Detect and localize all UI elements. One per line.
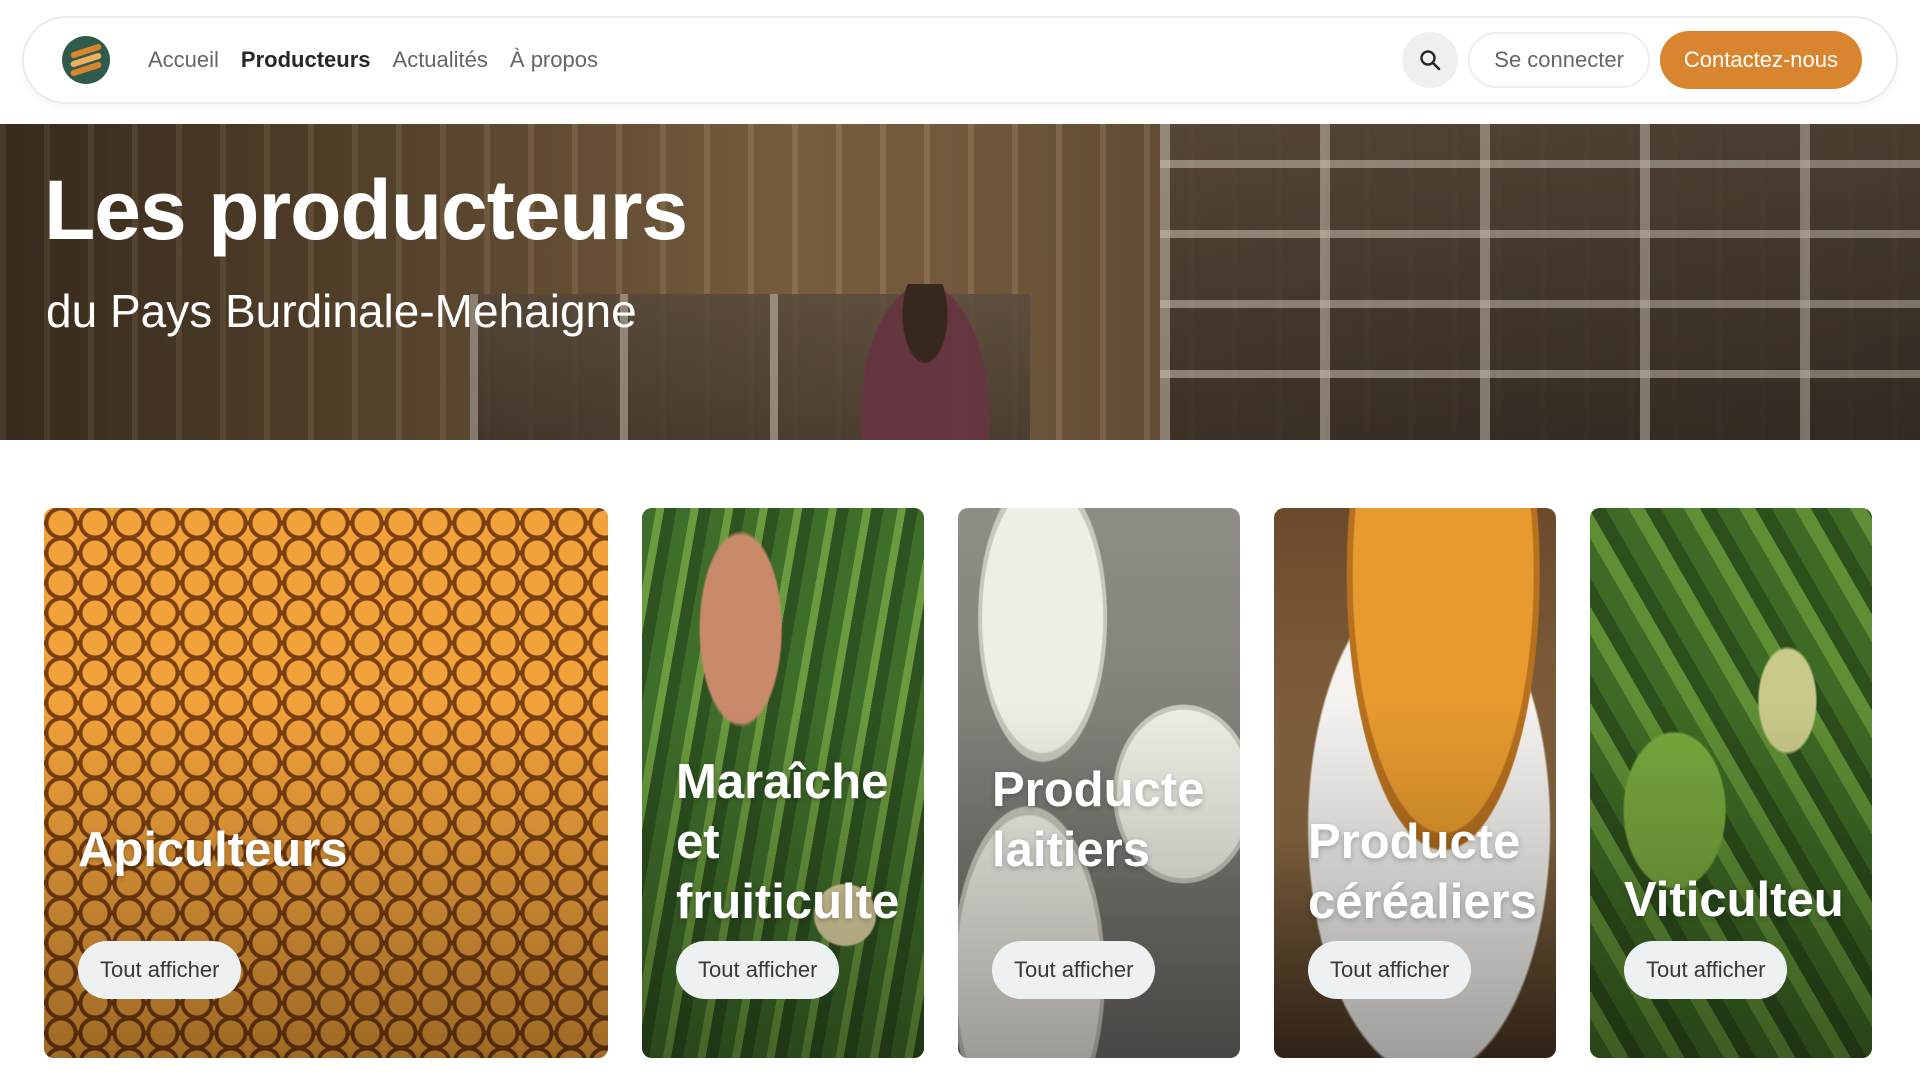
nav-link-a-propos[interactable]: À propos xyxy=(510,47,598,73)
contact-button[interactable]: Contactez-nous xyxy=(1659,31,1862,89)
category-title: Producte céréaliers xyxy=(1308,815,1537,929)
category-card-apiculteurs[interactable]: Apiculteurs Tout afficher xyxy=(44,508,608,1058)
nav-link-accueil[interactable]: Accueil xyxy=(148,47,219,73)
show-all-button-laitiers[interactable]: Tout afficher xyxy=(992,941,1156,999)
show-all-button-apiculteurs[interactable]: Tout afficher xyxy=(78,941,242,999)
nav-links: Accueil Producteurs Actualités À propos xyxy=(148,47,598,73)
category-title: Apiculteurs xyxy=(78,823,348,877)
category-card-viticulteurs[interactable]: Viticulteu Tout afficher xyxy=(1590,508,1872,1058)
search-button[interactable] xyxy=(1402,32,1459,88)
hero-banner: Les producteurs du Pays Burdinale-Mehaig… xyxy=(0,124,1920,440)
category-card-laitiers[interactable]: Producte laitiers Tout afficher xyxy=(958,508,1240,1058)
top-navigation: Accueil Producteurs Actualités À propos … xyxy=(24,18,1896,102)
producer-categories: Apiculteurs Tout afficher Maraîche et fr… xyxy=(44,508,1876,1058)
category-title: Viticulteu xyxy=(1624,873,1844,927)
page-subtitle: du Pays Burdinale-Mehaigne xyxy=(46,285,637,337)
nav-link-actualites[interactable]: Actualités xyxy=(393,47,488,73)
nav-actions: Se connecter Contactez-nous xyxy=(1402,31,1862,89)
category-title: Maraîche et fruiticulte xyxy=(676,755,900,929)
category-card-maraichers[interactable]: Maraîche et fruiticulte Tout afficher xyxy=(642,508,924,1058)
show-all-button-maraichers[interactable]: Tout afficher xyxy=(676,941,840,999)
nav-link-producteurs[interactable]: Producteurs xyxy=(241,47,371,73)
category-card-cerealiers[interactable]: Producte céréaliers Tout afficher xyxy=(1274,508,1556,1058)
show-all-button-viticulteurs[interactable]: Tout afficher xyxy=(1624,941,1788,999)
category-title: Producte laitiers xyxy=(992,763,1205,877)
search-icon xyxy=(1420,50,1441,71)
page-title: Les producteurs xyxy=(44,163,688,257)
site-logo[interactable] xyxy=(62,36,110,84)
show-all-button-cerealiers[interactable]: Tout afficher xyxy=(1308,941,1472,999)
login-button[interactable]: Se connecter xyxy=(1468,32,1650,88)
